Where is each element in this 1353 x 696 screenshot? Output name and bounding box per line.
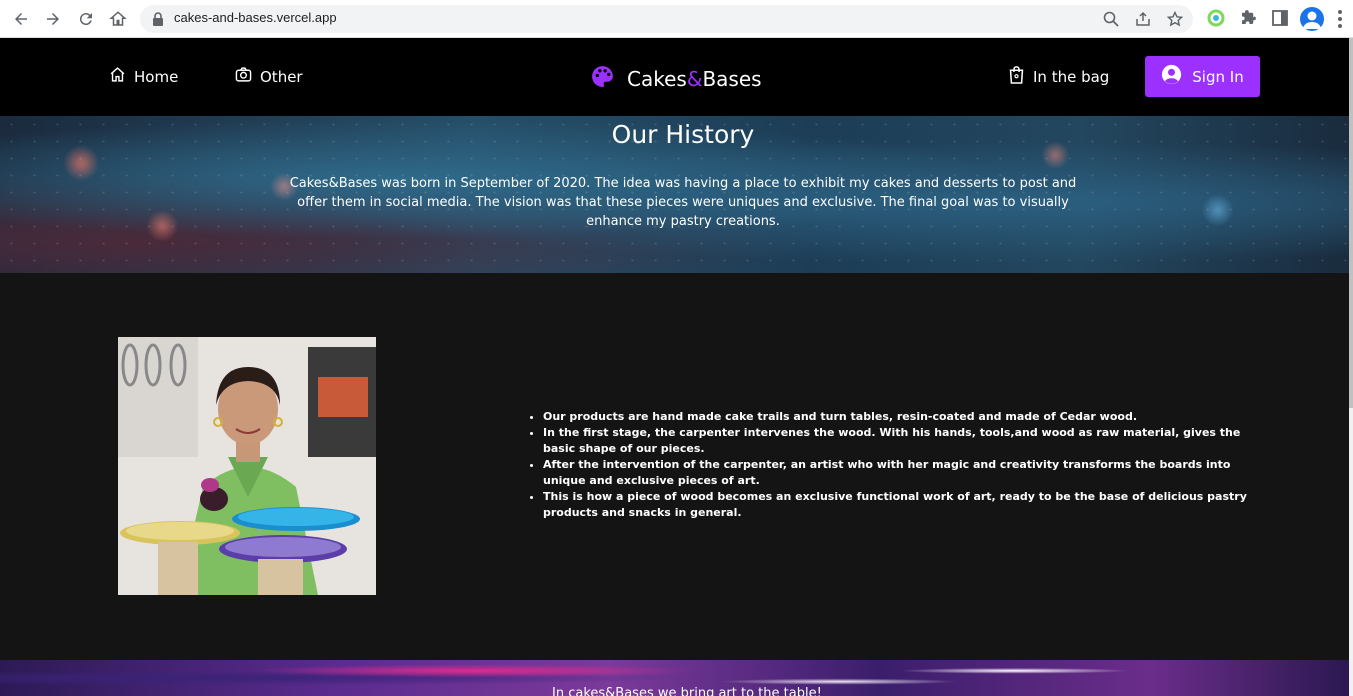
- address-bar[interactable]: cakes-and-bases.vercel.app: [140, 5, 1193, 33]
- shopping-bag-icon: [1008, 65, 1025, 88]
- extensions-puzzle-icon[interactable]: [1239, 9, 1259, 29]
- home-icon: [109, 66, 126, 87]
- feature-item: This is how a piece of wood becomes an e…: [543, 489, 1263, 521]
- share-icon[interactable]: [1135, 11, 1151, 27]
- palette-icon: [590, 64, 615, 94]
- nav-other-label: Other: [260, 67, 303, 86]
- user-circle-icon: [1161, 64, 1182, 89]
- about-section: Our products are hand made cake trails a…: [0, 273, 1353, 660]
- bag-link[interactable]: In the bag: [1008, 65, 1109, 88]
- nav-home[interactable]: Home: [109, 66, 178, 87]
- browser-toolbar: cakes-and-bases.vercel.app: [0, 0, 1353, 38]
- side-panel-icon[interactable]: [1271, 9, 1291, 29]
- profile-avatar-icon[interactable]: [1300, 7, 1324, 31]
- site-header: Home Other Cakes&Bases In the bag Sign I…: [0, 38, 1353, 116]
- history-text: Cakes&Bases was born in September of 202…: [289, 176, 1077, 229]
- back-icon[interactable]: [9, 7, 33, 31]
- home-browser-icon[interactable]: [106, 7, 130, 31]
- forward-icon[interactable]: [41, 7, 65, 31]
- brand-suffix: Bases: [702, 67, 762, 91]
- brand-prefix: Cakes: [627, 67, 687, 91]
- extension-circle-icon[interactable]: [1207, 9, 1227, 29]
- feature-item: Our products are hand made cake trails a…: [543, 409, 1263, 425]
- reload-icon[interactable]: [74, 7, 98, 31]
- brand-amp: &: [686, 67, 703, 91]
- camera-icon: [235, 66, 252, 87]
- bag-label: In the bag: [1033, 67, 1110, 86]
- scrollbar-thumb[interactable]: [1349, 38, 1353, 408]
- nav-home-label: Home: [134, 67, 179, 86]
- zoom-icon[interactable]: [1103, 11, 1119, 27]
- brand-name: Cakes&Bases: [627, 67, 762, 91]
- history-hero: Our History Cakes&Bases was born in Sept…: [0, 116, 1353, 273]
- founder-photo: [118, 337, 376, 595]
- features-list: Our products are hand made cake trails a…: [543, 409, 1263, 521]
- lock-icon: [152, 11, 164, 30]
- feature-item: In the first stage, the carpenter interv…: [543, 425, 1263, 457]
- sign-in-button[interactable]: Sign In: [1145, 56, 1260, 97]
- nav-other[interactable]: Other: [235, 66, 303, 87]
- brand-logo[interactable]: Cakes&Bases: [590, 64, 762, 94]
- url-text: cakes-and-bases.vercel.app: [174, 10, 337, 25]
- bookmark-star-icon[interactable]: [1166, 10, 1184, 27]
- feature-item: After the intervention of the carpenter,…: [543, 457, 1263, 489]
- sign-in-label: Sign In: [1192, 67, 1244, 86]
- history-title: Our History: [611, 120, 755, 149]
- banner-text: In cakes&Bases we bring art to the table…: [552, 686, 822, 696]
- browser-menu-icon[interactable]: [1338, 10, 1342, 28]
- art-banner: In cakes&Bases we bring art to the table…: [0, 660, 1353, 696]
